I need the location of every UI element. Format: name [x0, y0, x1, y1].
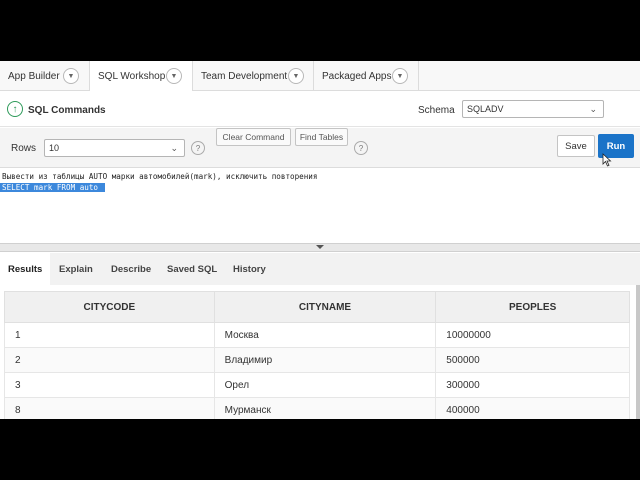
results-table: CITYCODE CITYNAME PEOPLES 1 Москва 10000…: [4, 291, 630, 419]
sql-workshop-screen: App Builder ▼ SQL Workshop ▼ Team Develo…: [0, 61, 640, 419]
tab-saved-sql[interactable]: Saved SQL: [167, 253, 217, 285]
editor-selected-line: SELECT mark FROM auto: [0, 183, 105, 192]
schema-label: Schema: [418, 105, 455, 116]
help-icon[interactable]: ?: [354, 141, 368, 155]
clear-command-button[interactable]: Clear Command: [216, 128, 291, 146]
chevron-down-icon[interactable]: ▼: [288, 68, 304, 84]
tab-history[interactable]: History: [233, 253, 266, 285]
chevron-down-icon: ⌄: [170, 143, 178, 153]
tab-label: Team Development: [201, 70, 288, 82]
chevron-down-icon[interactable]: ▼: [166, 68, 182, 84]
command-toolbar: Rows 10 ⌄ ? Clear Command Find Tables ? …: [0, 128, 640, 168]
tab-results[interactable]: Results: [0, 253, 51, 285]
table-cell: Владимир: [213, 347, 437, 373]
sql-commands-header: ↑ SQL Commands Schema SQLADV ⌄: [0, 91, 640, 127]
sql-editor[interactable]: Вывести из таблицы AUTO марки автомобиле…: [0, 169, 640, 243]
chevron-down-icon: ⌄: [589, 104, 597, 114]
page-title: SQL Commands: [28, 105, 106, 116]
help-icon[interactable]: ?: [191, 141, 205, 155]
schema-select[interactable]: SQLADV ⌄: [462, 100, 604, 118]
editor-comment-line: Вывести из таблицы AUTO марки автомобиле…: [2, 172, 318, 181]
tab-packaged-apps[interactable]: Packaged Apps ▼: [314, 61, 419, 91]
tab-sql-workshop[interactable]: SQL Workshop ▼: [90, 61, 193, 92]
chevron-down-icon[interactable]: ▼: [63, 68, 79, 84]
table-cell: Орел: [213, 372, 437, 398]
tab-label: SQL Workshop: [98, 71, 166, 82]
column-header[interactable]: CITYCODE: [4, 291, 215, 323]
table-cell: 500000: [435, 347, 630, 373]
pane-splitter[interactable]: [0, 243, 640, 252]
schema-value: SQLADV: [467, 104, 504, 114]
table-cell: 8: [4, 397, 215, 419]
table-row: 3 Орел 300000: [4, 372, 630, 398]
rows-label: Rows: [11, 143, 37, 154]
table-cell: 300000: [435, 372, 630, 398]
rows-value: 10: [49, 143, 60, 153]
table-row: 2 Владимир 500000: [4, 347, 630, 373]
collapse-triangle-icon[interactable]: [316, 245, 324, 249]
find-tables-button[interactable]: Find Tables: [295, 128, 348, 146]
mouse-cursor-icon: [602, 153, 612, 167]
chevron-down-icon[interactable]: ▼: [392, 68, 408, 84]
results-scrollbar[interactable]: [636, 285, 640, 419]
table-cell: 10000000: [435, 322, 630, 348]
table-row: 8 Мурманск 400000: [4, 397, 630, 419]
tab-team-development[interactable]: Team Development ▼: [193, 61, 314, 91]
arrow-up-circle-icon: ↑: [7, 101, 23, 117]
column-header[interactable]: CITYNAME: [213, 291, 437, 323]
table-header-row: CITYCODE CITYNAME PEOPLES: [4, 291, 630, 323]
result-tabs: Results Explain Describe Saved SQL Histo…: [0, 253, 640, 285]
table-row: 1 Москва 10000000: [4, 322, 630, 348]
table-cell: 2: [4, 347, 215, 373]
tab-app-builder[interactable]: App Builder ▼: [0, 61, 90, 91]
tab-explain[interactable]: Explain: [59, 253, 93, 285]
main-tab-bar: App Builder ▼ SQL Workshop ▼ Team Develo…: [0, 61, 640, 92]
column-header[interactable]: PEOPLES: [435, 291, 630, 323]
tab-label: App Builder: [8, 70, 60, 82]
table-cell: 3: [4, 372, 215, 398]
tab-describe[interactable]: Describe: [111, 253, 151, 285]
tab-label: Packaged Apps: [322, 70, 392, 82]
table-cell: 400000: [435, 397, 630, 419]
table-cell: Москва: [213, 322, 437, 348]
save-button[interactable]: Save: [557, 135, 595, 157]
rows-select[interactable]: 10 ⌄: [44, 139, 185, 157]
table-cell: Мурманск: [213, 397, 437, 419]
table-cell: 1: [4, 322, 215, 348]
